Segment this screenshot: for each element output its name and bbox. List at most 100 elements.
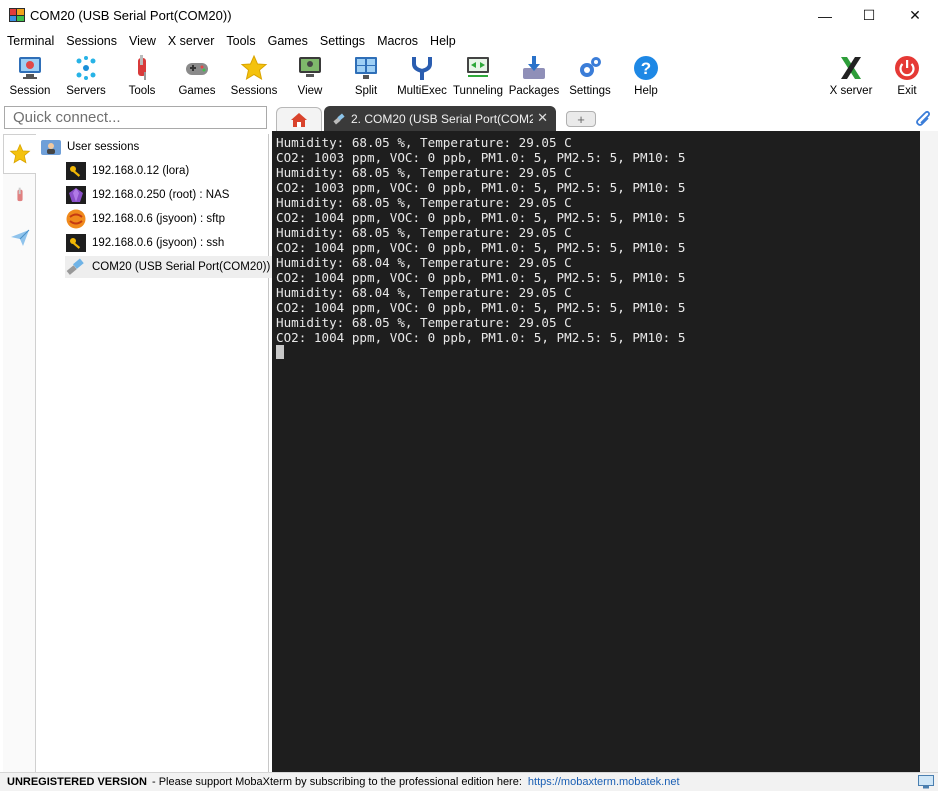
status-bar: UNREGISTERED VERSION - Please support Mo… — [0, 772, 938, 791]
minimize-icon: — — [818, 7, 832, 24]
gem-icon — [65, 185, 87, 205]
split-label: Split — [354, 85, 378, 97]
mobatek-link[interactable]: https://mobaxterm.mobatek.net — [528, 776, 680, 788]
menu-view[interactable]: View — [123, 31, 162, 51]
help-button[interactable]: ? Help — [618, 51, 674, 101]
terminal-cursor — [276, 345, 284, 359]
ssh-key-icon — [65, 161, 87, 181]
menu-help[interactable]: Help — [424, 31, 462, 51]
power-exit-icon — [895, 56, 919, 80]
menu-xserver[interactable]: X server — [162, 31, 221, 51]
terminal-output[interactable]: Humidity: 68.05 %, Temperature: 29.05 C … — [272, 131, 920, 772]
tools-knife-icon — [16, 187, 23, 202]
plus-icon: + — [577, 111, 585, 127]
terminal-line: Humidity: 68.05 %, Temperature: 29.05 C — [276, 195, 572, 210]
menu-games[interactable]: Games — [262, 31, 314, 51]
tunneling-button[interactable]: Tunneling — [450, 51, 506, 101]
terminal-line: CO2: 1004 ppm, VOC: 0 ppb, PM1.0: 5, PM2… — [276, 330, 686, 345]
user-sessions-folder[interactable]: User sessions — [41, 138, 139, 156]
terminal-line: CO2: 1004 ppm, VOC: 0 ppb, PM1.0: 5, PM2… — [276, 300, 686, 315]
session-item[interactable]: 192.168.0.250 (root) : NAS — [65, 184, 229, 206]
terminal-line: CO2: 1003 ppm, VOC: 0 ppb, PM1.0: 5, PM2… — [276, 180, 686, 195]
mobaxterm-app-icon — [9, 8, 25, 22]
serial-plug-icon — [65, 257, 87, 277]
ssh-key-icon — [65, 233, 87, 253]
quick-connect-input[interactable] — [5, 107, 266, 128]
session-item-selected[interactable]: COM20 (USB Serial Port(COM20)) — [65, 256, 275, 278]
unregistered-label: UNREGISTERED VERSION — [7, 776, 147, 788]
multiexec-label: MultiExec — [397, 85, 447, 97]
tunneling-label: Tunneling — [452, 85, 504, 97]
packages-button[interactable]: Packages — [506, 51, 562, 101]
terminal-lines: Humidity: 68.05 %, Temperature: 29.05 C … — [276, 135, 685, 359]
session-item-label: 192.168.0.6 (jsyoon) : ssh — [92, 237, 225, 249]
maximize-button[interactable]: ☐ — [846, 0, 892, 31]
sidebar-tab-tools[interactable] — [3, 176, 36, 216]
monitor-status-icon[interactable] — [918, 775, 934, 789]
close-window-button[interactable]: ✕ — [892, 0, 938, 31]
servers-icon — [76, 56, 96, 80]
tools-label: Tools — [128, 85, 156, 97]
games-button[interactable]: Games — [169, 51, 225, 101]
gamepad-icon — [186, 63, 208, 75]
sidebar-tabs — [3, 134, 36, 772]
user-sessions-label: User sessions — [67, 141, 140, 153]
close-icon: ✕ — [909, 7, 921, 23]
session-item[interactable]: 192.168.0.6 (jsyoon) : sftp — [65, 208, 225, 230]
terminal-line: Humidity: 68.04 %, Temperature: 29.05 C — [276, 285, 572, 300]
help-label: Help — [634, 85, 658, 97]
view-label: View — [297, 85, 323, 97]
tab-home[interactable] — [276, 107, 322, 131]
multiexec-button[interactable]: MultiExec — [394, 51, 450, 101]
serial-plug-icon — [333, 113, 345, 124]
home-icon — [291, 112, 307, 127]
paper-plane-icon — [10, 229, 29, 246]
xserver-label: X server — [829, 85, 873, 97]
multiexec-fork-icon — [412, 57, 432, 80]
menu-tools[interactable]: Tools — [220, 31, 261, 51]
session-button[interactable]: Session — [2, 51, 58, 101]
session-item[interactable]: 192.168.0.6 (jsyoon) : ssh — [65, 232, 224, 254]
support-message: - Please support MobaXterm by subscribin… — [151, 776, 522, 788]
tab-com20[interactable]: 2. COM20 (USB Serial Port(COM20)) ✕ — [324, 106, 556, 131]
session-item[interactable]: 192.168.0.12 (lora) — [65, 160, 189, 182]
monitor-session-icon — [19, 57, 41, 79]
sessions-button[interactable]: Sessions — [226, 51, 282, 101]
view-button[interactable]: View — [282, 51, 338, 101]
split-button[interactable]: Split — [338, 51, 394, 101]
exit-label: Exit — [897, 85, 917, 97]
sftp-icon — [65, 209, 87, 229]
minimize-button[interactable]: — — [802, 0, 848, 31]
terminal-scrollbar[interactable] — [920, 131, 938, 772]
star-icon — [9, 143, 31, 164]
maximize-icon: ☐ — [862, 7, 876, 23]
help-question-icon: ? — [634, 56, 658, 80]
terminal-line: CO2: 1004 ppm, VOC: 0 ppb, PM1.0: 5, PM2… — [276, 210, 686, 225]
session-item-label: COM20 (USB Serial Port(COM20)) — [92, 261, 271, 273]
menu-macros[interactable]: Macros — [371, 31, 424, 51]
xserver-button[interactable]: X server — [823, 51, 879, 101]
svg-text:?: ? — [641, 59, 651, 78]
title-bar: COM20 (USB Serial Port(COM20)) — ☐ ✕ — [0, 0, 938, 31]
new-tab-button[interactable]: + — [566, 111, 596, 127]
view-monitor-icon — [299, 57, 321, 77]
star-icon — [240, 54, 268, 81]
sidebar-tab-macros[interactable] — [3, 218, 36, 258]
servers-label: Servers — [66, 85, 106, 97]
tools-button[interactable]: Tools — [114, 51, 170, 101]
menu-settings[interactable]: Settings — [314, 31, 371, 51]
tools-knife-icon — [138, 55, 146, 80]
paperclip-icon[interactable] — [911, 109, 931, 129]
xserver-x-icon — [841, 57, 861, 79]
exit-button[interactable]: Exit — [879, 51, 935, 101]
servers-button[interactable]: Servers — [58, 51, 114, 101]
tab-close-icon[interactable]: ✕ — [537, 110, 548, 126]
sidebar-tab-sessions[interactable] — [3, 134, 36, 174]
terminal-line: CO2: 1004 ppm, VOC: 0 ppb, PM1.0: 5, PM2… — [276, 240, 686, 255]
gear-icon — [580, 57, 601, 77]
menu-sessions[interactable]: Sessions — [60, 31, 123, 51]
terminal-line: Humidity: 68.04 %, Temperature: 29.05 C — [276, 255, 572, 270]
menu-terminal[interactable]: Terminal — [1, 31, 60, 51]
terminal-line: Humidity: 68.05 %, Temperature: 29.05 C — [276, 225, 572, 240]
settings-button[interactable]: Settings — [562, 51, 618, 101]
